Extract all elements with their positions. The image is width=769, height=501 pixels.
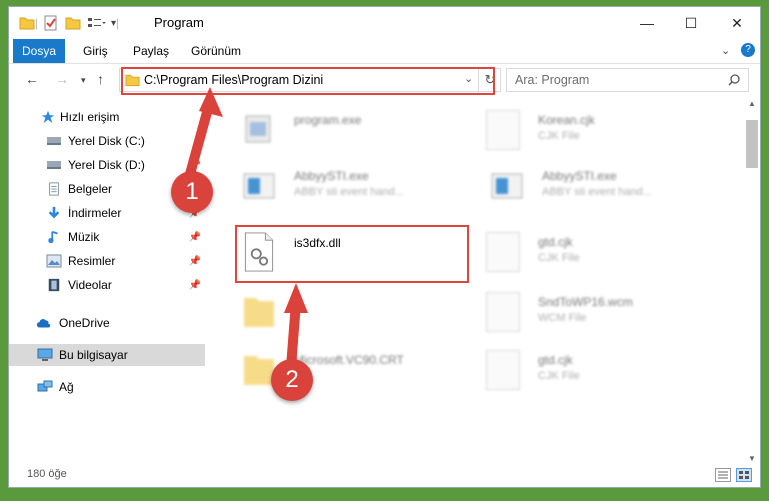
annotation-arrow-1-icon [182,87,308,372]
explorer-window: | ▾ | Program — ☐ ✕ Dosya Giriş Paylaş G… [8,6,761,488]
step-badge-1: 1 [171,171,213,213]
step-badge-2: 2 [271,359,313,401]
